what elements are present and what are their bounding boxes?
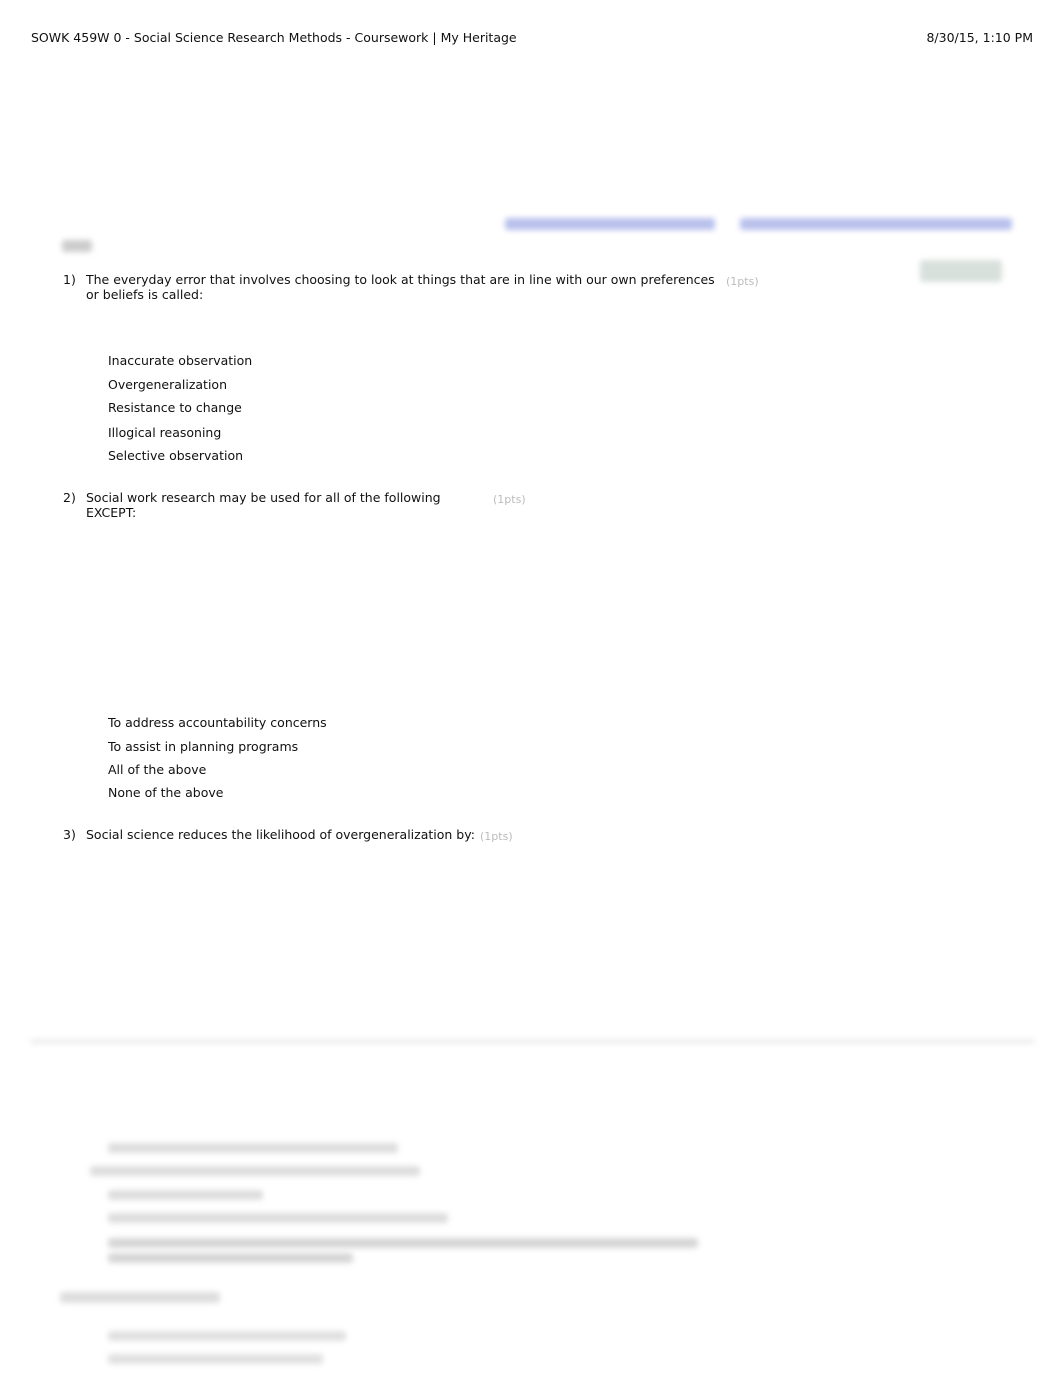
blurred-text — [108, 1213, 448, 1223]
divider-blurred — [30, 1040, 1035, 1043]
question-text: EXCEPT: — [86, 505, 137, 520]
points: (1pts) — [726, 275, 759, 288]
blurred-text — [60, 1292, 220, 1303]
blurred-text — [108, 1238, 698, 1248]
blurred-text — [90, 1166, 420, 1176]
blurred-text — [108, 1354, 323, 1364]
option[interactable]: Illogical reasoning — [108, 425, 221, 440]
blurred-text — [108, 1331, 346, 1341]
question-text: or beliefs is called: — [86, 287, 204, 302]
page: SOWK 459W 0 - Social Science Research Me… — [0, 0, 1062, 1377]
breadcrumb-link-blurred[interactable] — [505, 218, 715, 230]
blurred-text — [108, 1190, 263, 1200]
option[interactable]: None of the above — [108, 785, 223, 800]
option[interactable]: To assist in planning programs — [108, 739, 298, 754]
question-number: 1) — [63, 272, 76, 287]
blurred-badge — [62, 240, 92, 252]
blurred-text — [108, 1253, 353, 1263]
points: (1pts) — [480, 830, 513, 843]
share-icons-blurred[interactable] — [920, 260, 1002, 282]
option[interactable]: To address accountability concerns — [108, 715, 327, 730]
blurred-text — [108, 1143, 398, 1153]
option[interactable]: Inaccurate observation — [108, 353, 252, 368]
option[interactable]: Selective observation — [108, 448, 243, 463]
print-date: 8/30/15, 1:10 PM — [926, 30, 1033, 45]
option[interactable]: All of the above — [108, 762, 206, 777]
option[interactable]: Overgeneralization — [108, 377, 227, 392]
points: (1pts) — [493, 493, 526, 506]
page-title: SOWK 459W 0 - Social Science Research Me… — [31, 30, 517, 45]
question-number: 3) — [63, 827, 76, 842]
question-text: Social work research may be used for all… — [86, 490, 441, 505]
breadcrumb-link-blurred[interactable] — [740, 218, 1012, 230]
question-text: The everyday error that involves choosin… — [86, 272, 715, 287]
option[interactable]: Resistance to change — [108, 400, 242, 415]
question-text: Social science reduces the likelihood of… — [86, 827, 475, 842]
question-number: 2) — [63, 490, 76, 505]
